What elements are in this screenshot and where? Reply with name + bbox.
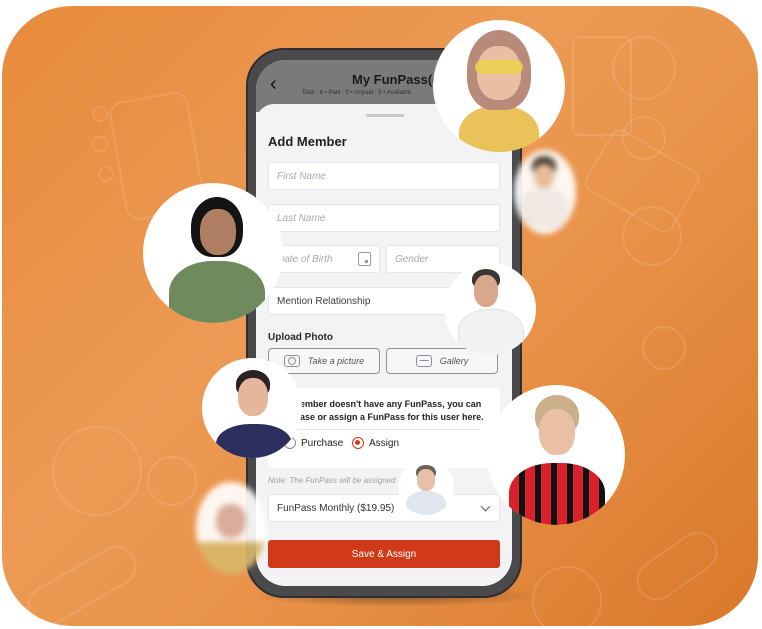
doodle-film (628, 523, 726, 609)
chevron-down-icon (480, 501, 491, 512)
radio-on-icon (352, 437, 364, 449)
avatar-teen-plaid-shirt (487, 385, 625, 525)
funpass-notice: ember doesn't have any FunPass, you can … (268, 388, 500, 468)
avatar-face (539, 409, 575, 455)
doodle-circle (92, 136, 108, 152)
assign-note: Note: The FunPass will be assigned (268, 476, 396, 485)
first-name-placeholder: First Name (277, 171, 326, 182)
avatar-face (238, 378, 268, 416)
avatar-body (406, 491, 446, 515)
doodle-shape (572, 36, 632, 136)
save-assign-button[interactable]: Save & Assign (268, 540, 500, 568)
avatar-woman-polka-dots (202, 358, 302, 458)
avatar-face (417, 469, 435, 491)
radio-purchase-label: Purchase (301, 437, 344, 449)
notice-text: ember doesn't have any FunPass, you can … (300, 399, 484, 422)
avatar-face (200, 209, 236, 255)
avatar-body (459, 106, 539, 152)
camera-icon (283, 355, 300, 367)
avatar-body (509, 463, 605, 525)
doodle-circle (98, 166, 114, 182)
funpass-stats: Total : 6 • Paid : 0 • Unpaid : 5 • Avai… (302, 90, 411, 96)
avatar-body (458, 309, 524, 355)
dob-placeholder: Date of Birth (277, 254, 333, 265)
doodle-wheel (147, 456, 197, 506)
gallery-label: Gallery (439, 356, 469, 366)
first-name-field[interactable]: First Name (268, 162, 500, 190)
avatar-woman-green-shirt (143, 183, 283, 323)
doodle-flask (52, 426, 142, 516)
doodle-key (20, 538, 144, 626)
avatar-face (534, 164, 554, 188)
last-name-field[interactable]: Last Name (268, 204, 500, 232)
calendar-icon[interactable] (358, 252, 371, 266)
plan-select[interactable]: FunPass Monthly ($19.95) (268, 494, 500, 522)
doodle-key (581, 125, 703, 237)
dob-field[interactable]: Date of Birth (268, 245, 380, 273)
radio-assign-label: Assign (369, 437, 400, 449)
sunglasses-icon (475, 60, 523, 74)
drag-handle[interactable] (366, 114, 404, 117)
avatar-body (196, 542, 266, 574)
divider (296, 429, 480, 430)
doodle-circle (92, 106, 108, 122)
gallery-icon (415, 355, 432, 367)
plan-select-value: FunPass Monthly ($19.95) (277, 503, 395, 514)
avatar-woman-glasses (433, 20, 565, 152)
doodle-circle (532, 566, 602, 626)
sheet-title: Add Member (268, 134, 347, 149)
avatar-face (216, 504, 246, 538)
avatar-man-white-shirt (444, 263, 536, 355)
take-picture-label: Take a picture (307, 356, 365, 366)
avatar-man-blurred (514, 150, 576, 234)
doodle-circle (642, 326, 686, 370)
relationship-value: Mention Relationship (277, 296, 371, 307)
avatar-child-blurred (196, 482, 266, 574)
radio-assign[interactable]: Assign (352, 437, 399, 449)
avatar-body (216, 424, 292, 458)
avatar-body (169, 261, 265, 323)
radio-purchase[interactable]: Purchase (284, 437, 343, 449)
avatar-body (520, 188, 568, 228)
avatar-face (474, 275, 498, 307)
last-name-placeholder: Last Name (277, 213, 326, 224)
gender-placeholder: Gender (395, 254, 429, 265)
chevron-left-icon[interactable]: ‹ (270, 74, 286, 94)
avatar-older-woman (398, 459, 454, 515)
upload-photo-label: Upload Photo (268, 332, 333, 343)
